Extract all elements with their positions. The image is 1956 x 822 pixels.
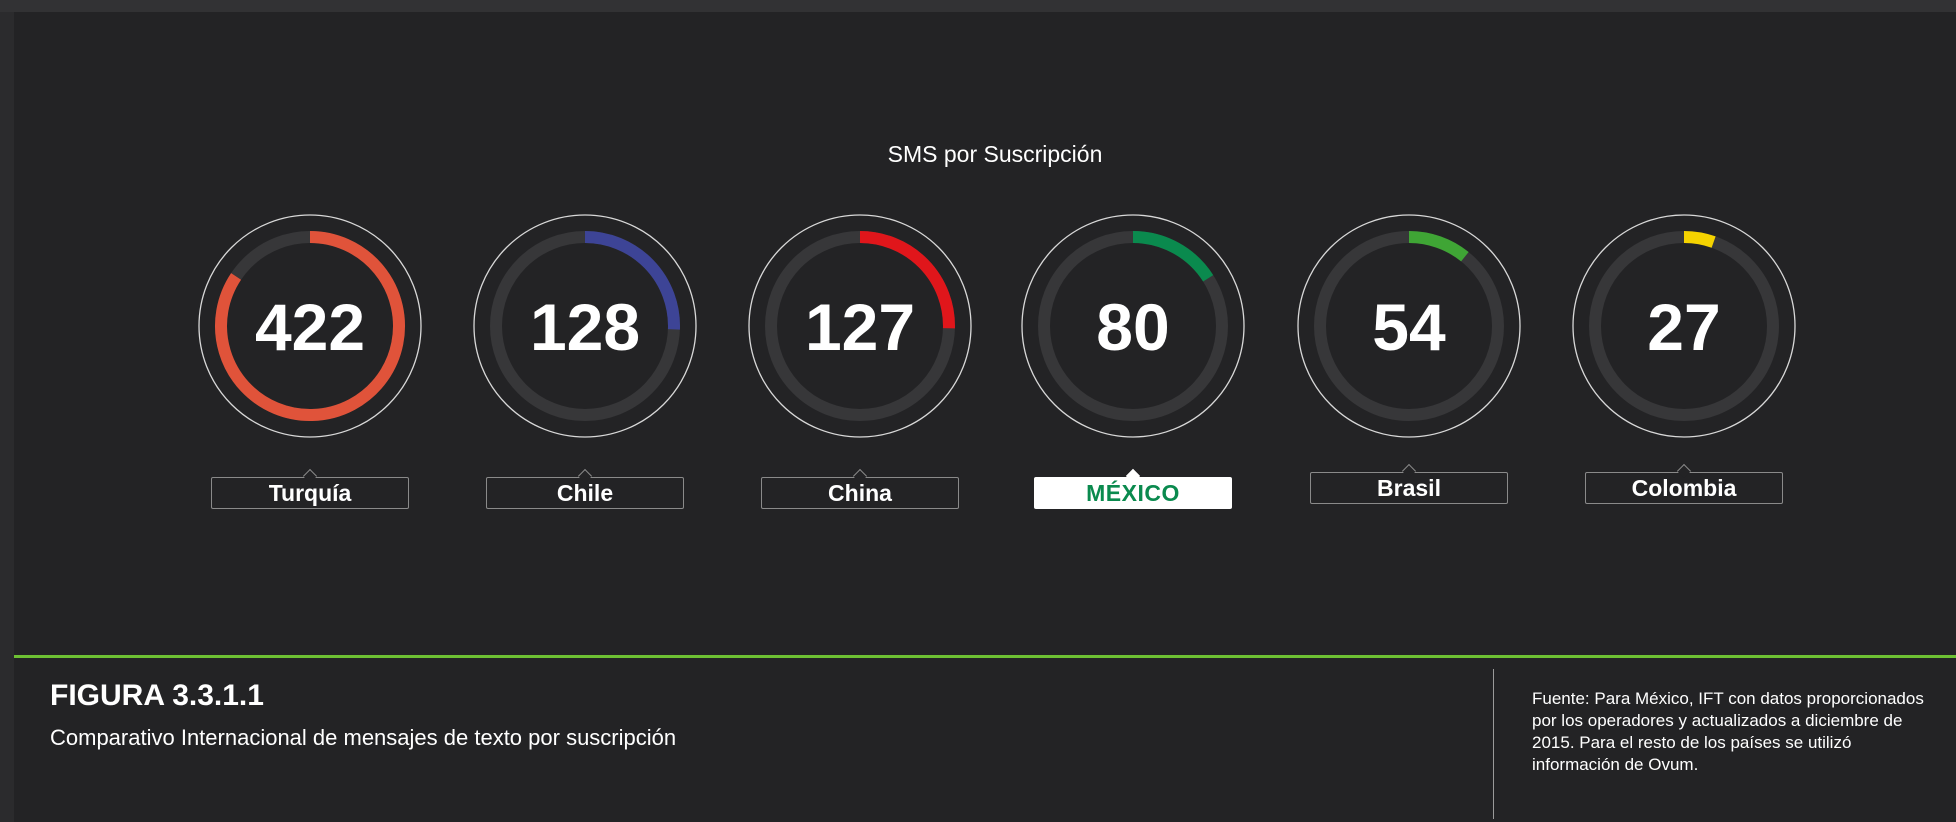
gauge-value-label: 54 bbox=[1372, 290, 1446, 364]
gauge-3: 80 bbox=[1021, 214, 1245, 438]
gauge-value-arc bbox=[1408, 231, 1469, 262]
gauge-value-label: 128 bbox=[530, 290, 640, 364]
caption-divider bbox=[1493, 669, 1494, 819]
gauge-value-label: 27 bbox=[1647, 290, 1720, 364]
country-name: Turquía bbox=[268, 480, 352, 506]
caption-separator bbox=[14, 655, 1956, 658]
source-note: Fuente: Para México, IFT con datos propo… bbox=[1532, 689, 1924, 774]
gauge-value-label: 127 bbox=[805, 290, 915, 364]
country-label: China bbox=[761, 468, 959, 509]
country-name: Brasil bbox=[1377, 475, 1441, 501]
gauge-4: 54 bbox=[1297, 214, 1521, 438]
gauge-value-label: 80 bbox=[1096, 290, 1169, 364]
country-name: China bbox=[828, 480, 892, 506]
gauge-2: 127 bbox=[748, 214, 972, 438]
figure-description: Comparativo Internacional de mensajes de… bbox=[50, 725, 677, 750]
country-label: Turquía bbox=[211, 468, 409, 509]
gauge-1: 128 bbox=[473, 214, 697, 438]
gauge-value-arc bbox=[1683, 231, 1716, 248]
gauge-0: 422 bbox=[198, 214, 422, 438]
gauge-value-arc bbox=[1132, 231, 1214, 282]
country-name: Colombia bbox=[1631, 475, 1737, 501]
country-name: MÉXICO bbox=[1086, 480, 1180, 506]
country-label: Brasil bbox=[1310, 463, 1508, 504]
gauge-value-label: 422 bbox=[255, 290, 365, 364]
country-name: Chile bbox=[556, 480, 614, 506]
country-label: Colombia bbox=[1585, 463, 1783, 504]
gauge-5: 27 bbox=[1572, 214, 1796, 438]
country-label: MÉXICO bbox=[1034, 468, 1232, 509]
figure-code: FIGURA 3.3.1.1 bbox=[50, 679, 264, 712]
country-label: Chile bbox=[486, 468, 684, 509]
